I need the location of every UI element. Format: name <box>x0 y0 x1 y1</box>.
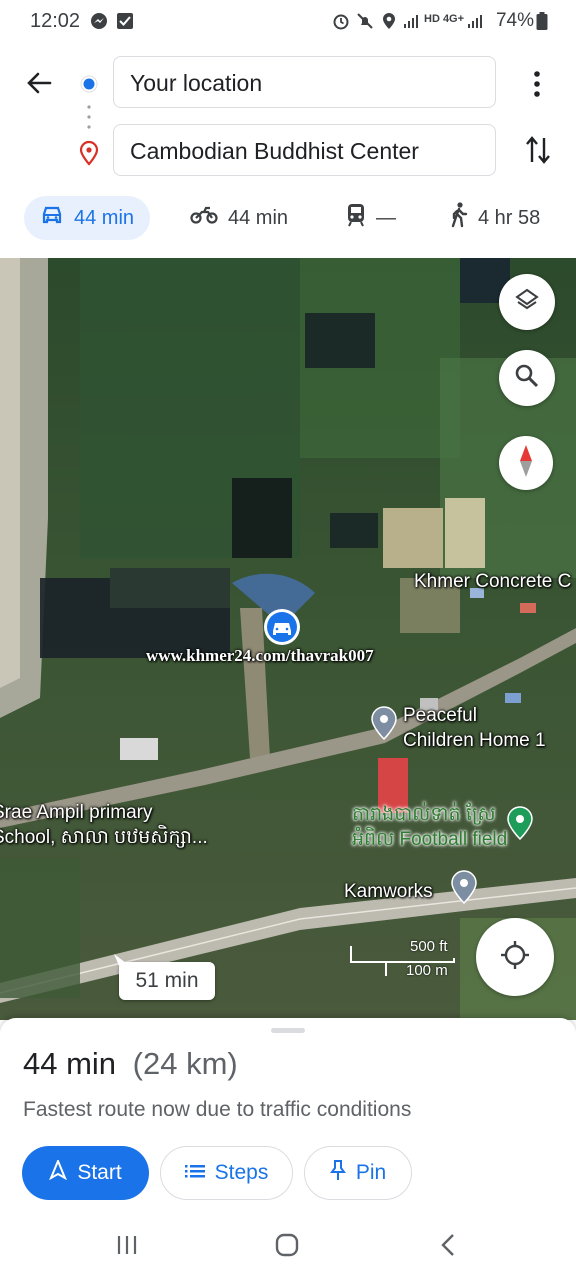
duration-text: 44 min <box>23 1046 117 1081</box>
back-icon[interactable] <box>440 1233 456 1262</box>
label-football-1[interactable]: តារាងបាល់ទាត់ ស្រែ <box>352 803 496 827</box>
label-school-1[interactable]: Srae Ampil primary <box>0 801 153 825</box>
pin-label: Pin <box>355 1161 387 1184</box>
travel-modes-3: — <box>330 194 412 242</box>
walk-icon <box>450 202 468 234</box>
map-scale: 500 ft 100 m <box>350 938 460 980</box>
distance-text: (24 km) <box>132 1046 238 1081</box>
back-arrow-icon[interactable] <box>24 68 54 103</box>
network-type: HD 4G+ <box>424 13 465 25</box>
mode-driving-label: 44 min <box>74 206 135 229</box>
start-label: Start <box>77 1161 122 1184</box>
origin-dot-icon <box>80 75 98 98</box>
label-kamworks[interactable]: Kamworks <box>344 880 433 904</box>
recent-apps-icon[interactable] <box>116 1234 138 1261</box>
label-school-2[interactable]: School, សាលា បឋមសិក្សា... <box>0 826 208 850</box>
motorcycle-icon <box>190 205 218 231</box>
mode-transit-label: — <box>376 206 396 229</box>
swap-icon[interactable] <box>524 134 552 171</box>
mode-walking[interactable]: 4 hr 58 <box>434 196 556 240</box>
list-icon <box>184 1161 205 1185</box>
peaceful-home-pin-icon[interactable] <box>370 706 398 745</box>
search-button[interactable] <box>499 350 555 406</box>
mode-walking-label: 4 hr 58 <box>478 206 541 229</box>
layers-button[interactable] <box>499 274 555 330</box>
callout-pointer <box>112 952 132 977</box>
system-nav-bar <box>0 1218 576 1280</box>
watermark-text: www.khmer24.com/thavrak007 <box>146 646 374 665</box>
layers-icon <box>514 287 540 318</box>
route-dots-icon <box>87 104 91 135</box>
mode-transit[interactable]: — <box>330 196 412 240</box>
sheet-handle[interactable] <box>271 1028 305 1033</box>
car-icon <box>40 204 64 232</box>
route-note: Fastest route now due to traffic conditi… <box>23 1098 412 1121</box>
mode-driving[interactable]: 44 min <box>24 196 151 240</box>
compass-button[interactable] <box>499 436 553 490</box>
kamworks-pin-icon[interactable] <box>450 870 478 909</box>
label-khmer-concrete[interactable]: Khmer Concrete C <box>414 570 571 594</box>
satellite-map[interactable]: Khmer Concrete C www.khmer24.com/thavrak… <box>0 258 576 1020</box>
status-bar: 12:02 HD 4G+ 74% <box>0 0 576 44</box>
route-sheet[interactable]: 44 min (24 km) Fastest route now due to … <box>0 1018 576 1218</box>
alarm-icon <box>332 12 350 30</box>
route-duration: 44 min (24 km) <box>23 1046 238 1082</box>
label-peaceful-2[interactable]: Children Home 1 <box>403 729 546 753</box>
wifi-signal-icon <box>402 12 420 30</box>
start-button[interactable]: Start <box>22 1146 149 1200</box>
compass-icon <box>518 444 534 483</box>
mode-motorcycle[interactable]: 44 min <box>174 196 304 240</box>
my-location-icon <box>499 939 531 976</box>
navigation-arrow-icon <box>49 1158 68 1186</box>
battery-level: 74% <box>495 10 534 31</box>
alt-route-callout[interactable]: 51 min <box>119 962 215 1000</box>
transit-icon <box>346 203 366 233</box>
mode-motorcycle-label: 44 min <box>228 206 289 229</box>
checkbox-notification-icon <box>116 12 134 30</box>
origin-field[interactable]: Your location <box>113 56 496 108</box>
label-football-2[interactable]: អំពិល Football field <box>352 828 507 852</box>
destination-pin-icon <box>78 140 100 171</box>
recenter-button[interactable] <box>476 918 554 996</box>
search-icon <box>514 363 540 394</box>
steps-button[interactable]: Steps <box>160 1146 293 1200</box>
label-peaceful-1[interactable]: Peaceful <box>403 704 477 728</box>
status-time: 12:02 <box>30 10 81 32</box>
football-field-pin-icon[interactable] <box>506 806 534 845</box>
cell-signal-icon <box>466 12 484 30</box>
location-icon <box>380 12 398 30</box>
messenger-icon <box>90 12 108 30</box>
scale-meters: 100 m <box>406 962 448 979</box>
scale-feet: 500 ft <box>410 938 448 955</box>
travel-modes: 44 min <box>24 194 151 242</box>
battery-icon <box>536 12 548 35</box>
alt-route-time: 51 min <box>135 969 199 992</box>
pin-button[interactable]: Pin <box>304 1146 412 1200</box>
home-icon[interactable] <box>275 1233 299 1262</box>
pin-icon <box>329 1159 346 1187</box>
more-options-icon[interactable] <box>532 70 542 103</box>
travel-modes-4: 4 hr 58 <box>434 194 556 242</box>
travel-modes-2: 44 min <box>174 194 304 242</box>
mute-icon <box>356 12 374 30</box>
steps-label: Steps <box>214 1161 269 1184</box>
destination-field[interactable]: Cambodian Buddhist Center <box>113 124 496 176</box>
directions-header: Your location Cambodian Buddhist Center … <box>0 44 576 258</box>
